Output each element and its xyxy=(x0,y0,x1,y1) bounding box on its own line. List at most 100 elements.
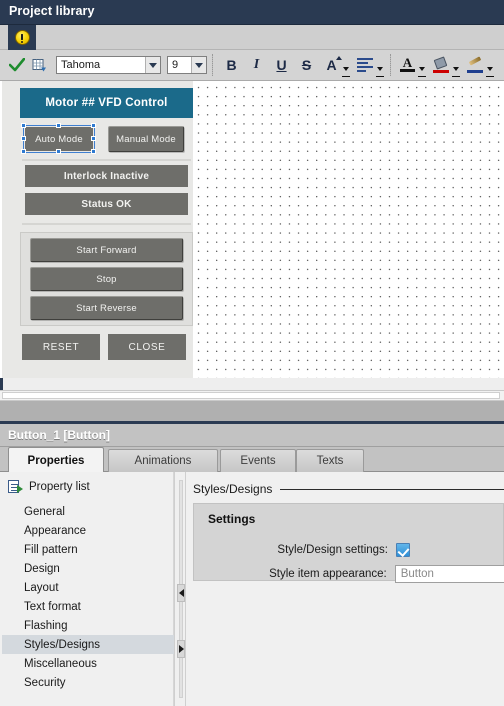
align-dropdown[interactable] xyxy=(375,55,385,75)
application-window: Project library Tahoma 9 B I U S A A Mot… xyxy=(0,0,504,706)
property-item-security[interactable]: Security xyxy=(2,673,174,692)
italic-button[interactable]: I xyxy=(247,55,266,75)
selection-handle-se[interactable] xyxy=(91,149,96,154)
align-left-button[interactable] xyxy=(356,55,375,75)
chevron-down-icon[interactable] xyxy=(145,57,160,73)
reset-button[interactable]: RESET xyxy=(22,334,100,360)
divider-line xyxy=(22,223,191,225)
font-scale-dropdown[interactable] xyxy=(341,55,351,75)
selection-handle-sw[interactable] xyxy=(21,149,26,154)
property-list-label: Property list xyxy=(29,481,90,493)
warning-icon xyxy=(14,30,30,45)
strikethrough-button[interactable]: S xyxy=(297,55,316,75)
start-forward-button[interactable]: Start Forward xyxy=(30,238,183,262)
scrollbar-thumb[interactable] xyxy=(2,392,500,399)
selection-handle-n[interactable] xyxy=(56,123,61,128)
inspector-tabbar: Properties Animations Events Texts xyxy=(0,447,504,473)
align-left-icon xyxy=(357,58,374,72)
section-header: Styles/Designs xyxy=(193,482,504,496)
property-item-fill-pattern[interactable]: Fill pattern xyxy=(2,540,174,559)
chevron-down-icon[interactable] xyxy=(191,57,206,73)
format-toolbar: Tahoma 9 B I U S A A xyxy=(0,50,504,81)
line-color-dropdown[interactable] xyxy=(485,55,495,75)
bold-button[interactable]: B xyxy=(222,55,241,75)
property-item-text-format[interactable]: Text format xyxy=(2,597,174,616)
canvas-bottom-strip xyxy=(0,378,504,390)
property-list-header[interactable]: Property list xyxy=(8,480,90,494)
fill-bucket-icon xyxy=(432,55,451,75)
style-design-settings-checkbox[interactable] xyxy=(396,543,410,557)
tab-animations[interactable]: Animations xyxy=(108,449,218,472)
pen-icon xyxy=(466,55,485,75)
hmi-screen-title: Motor ## VFD Control xyxy=(20,88,193,118)
footer-button-row: RESET CLOSE xyxy=(20,334,193,360)
font-family-combo[interactable]: Tahoma xyxy=(56,56,161,74)
style-design-settings-label: Style/Design settings: xyxy=(277,544,388,556)
inspector-splitter[interactable] xyxy=(174,472,186,706)
settings-group-title: Settings xyxy=(208,512,256,526)
selection-handle-e[interactable] xyxy=(91,136,96,141)
hmi-screen[interactable]: Motor ## VFD Control Auto Mode Manual Mo… xyxy=(2,81,193,378)
collapse-right-icon[interactable] xyxy=(177,640,185,658)
font-color-button[interactable]: A xyxy=(398,55,417,75)
font-size-combo[interactable]: 9 xyxy=(167,56,207,74)
divider-line xyxy=(22,159,191,161)
window-title: Project library xyxy=(9,4,95,18)
font-family-value: Tahoma xyxy=(61,59,101,71)
property-list: General Appearance Fill pattern Design L… xyxy=(2,502,174,692)
icon-strip xyxy=(0,25,504,50)
collapse-left-icon[interactable] xyxy=(177,584,185,602)
property-item-styles-designs[interactable]: Styles/Designs xyxy=(2,635,174,654)
selection-handle-s[interactable] xyxy=(56,149,61,154)
green-check-icon[interactable] xyxy=(8,56,26,74)
mode-button-row: Auto Mode Manual Mode xyxy=(20,123,193,155)
tab-properties[interactable]: Properties xyxy=(8,447,104,473)
property-item-miscellaneous[interactable]: Miscellaneous xyxy=(2,654,174,673)
section-title: Styles/Designs xyxy=(193,482,273,496)
font-color-dropdown[interactable] xyxy=(417,55,427,75)
status-ok-button[interactable]: Status OK xyxy=(25,193,188,215)
editor-status-band xyxy=(0,401,504,421)
font-color-letter: A xyxy=(402,54,413,70)
stop-button[interactable]: Stop xyxy=(30,267,183,291)
style-design-settings-row: Style/Design settings: xyxy=(194,540,504,560)
font-size-value: 9 xyxy=(172,59,179,71)
insert-object-icon[interactable] xyxy=(30,56,50,74)
selection-overlay xyxy=(20,123,98,155)
property-item-design[interactable]: Design xyxy=(2,559,174,578)
section-rule xyxy=(280,488,504,490)
close-button[interactable]: CLOSE xyxy=(108,334,186,360)
property-list-icon xyxy=(8,480,23,494)
tab-texts[interactable]: Texts xyxy=(296,449,364,472)
toolbar-divider xyxy=(212,54,213,76)
project-library-titlebar: Project library xyxy=(0,0,504,25)
property-item-flashing[interactable]: Flashing xyxy=(2,616,174,635)
inspector-header: Button_1 [Button] xyxy=(0,424,504,447)
inspector-title: Button_1 [Button] xyxy=(8,428,110,442)
font-color-icon: A xyxy=(399,56,416,75)
property-item-general[interactable]: General xyxy=(2,502,174,521)
fill-color-button[interactable] xyxy=(432,55,451,75)
line-color-button[interactable] xyxy=(466,55,485,75)
canvas-horizontal-scrollbar[interactable] xyxy=(0,390,504,401)
property-item-appearance[interactable]: Appearance xyxy=(2,521,174,540)
warning-indicator-cell[interactable] xyxy=(8,25,36,50)
selection-handle-nw[interactable] xyxy=(21,123,26,128)
tab-events[interactable]: Events xyxy=(220,449,296,472)
interlock-status-button[interactable]: Interlock Inactive xyxy=(25,165,188,187)
start-reverse-button[interactable]: Start Reverse xyxy=(30,296,183,320)
selection-handle-w[interactable] xyxy=(21,136,26,141)
selection-handle-ne[interactable] xyxy=(91,123,96,128)
property-detail-panel: Styles/Designs Settings Style/Design set… xyxy=(187,472,504,706)
screen-editor-canvas[interactable]: Motor ## VFD Control Auto Mode Manual Mo… xyxy=(0,81,504,378)
font-scale-button[interactable]: A xyxy=(322,55,342,75)
property-list-panel: Property list General Appearance Fill pa… xyxy=(2,472,174,706)
property-item-layout[interactable]: Layout xyxy=(2,578,174,597)
manual-mode-button[interactable]: Manual Mode xyxy=(108,126,184,152)
settings-group: Settings Style/Design settings: Style it… xyxy=(193,503,504,583)
fill-color-dropdown[interactable] xyxy=(451,55,461,75)
underline-button[interactable]: U xyxy=(272,55,291,75)
inspector-body: Property list General Appearance Fill pa… xyxy=(0,472,504,706)
command-button-group: Start Forward Stop Start Reverse xyxy=(20,232,193,326)
style-item-appearance-input[interactable]: Button xyxy=(394,565,504,583)
